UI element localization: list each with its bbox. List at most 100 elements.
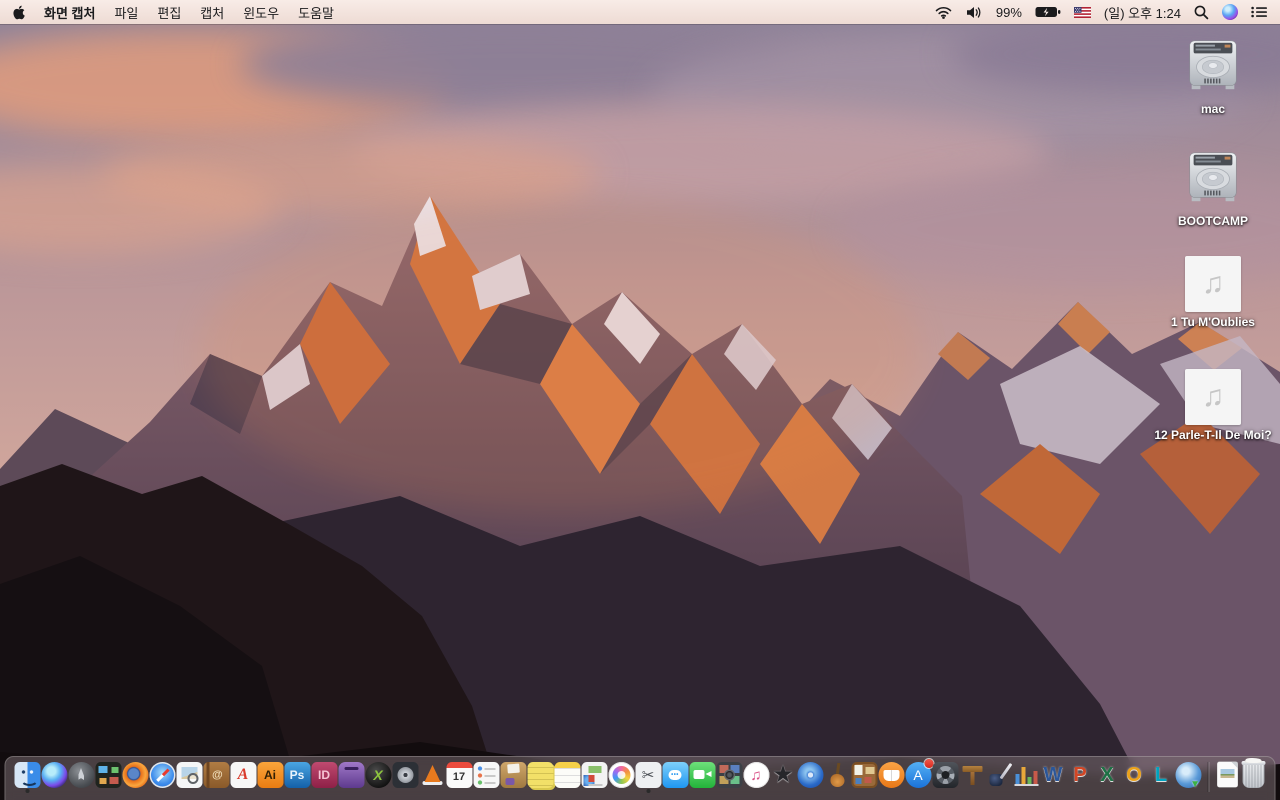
dock-photos[interactable] — [608, 762, 634, 788]
dock-excel[interactable]: X — [1094, 762, 1120, 788]
dock-outlook[interactable]: O — [1121, 762, 1147, 788]
mission-control-icon — [95, 762, 121, 788]
outlook-glyph: O — [1126, 764, 1142, 786]
dock-preview[interactable] — [176, 762, 202, 788]
menu-bar-clock[interactable]: (일) 오후 1:24 — [1104, 3, 1181, 22]
dock-drive-tool[interactable] — [392, 762, 418, 788]
dock-grab[interactable]: ✂ — [635, 762, 661, 793]
dock-imovie[interactable]: ★ — [770, 762, 796, 788]
active-app-menu[interactable]: 화면 캡처 — [44, 3, 95, 22]
contacts-icon — [203, 762, 229, 788]
toast-icon — [338, 762, 364, 788]
dock-photo-booth[interactable] — [716, 762, 742, 788]
excel-icon: X — [1094, 762, 1120, 788]
dock-mission-control[interactable] — [95, 762, 121, 788]
photos-icon — [608, 762, 634, 788]
music-note-icon: ♫ — [1201, 267, 1225, 300]
powerpoint-glyph: P — [1073, 764, 1087, 786]
siri-icon — [41, 762, 67, 788]
menu-item-4[interactable]: 도움말 — [298, 3, 334, 22]
input-source-flag-icon[interactable] — [1073, 6, 1091, 18]
dock-unarchiver[interactable] — [500, 762, 526, 788]
trash-icon — [1241, 757, 1265, 788]
dock-ibooks[interactable] — [878, 762, 904, 788]
dock-facetime[interactable] — [689, 762, 715, 788]
dock-aperture[interactable] — [932, 762, 958, 788]
notification-center-icon[interactable] — [1251, 6, 1268, 18]
hard-drive-icon — [1189, 152, 1237, 202]
dock-firefox[interactable] — [122, 762, 148, 788]
dock-stickies[interactable] — [527, 762, 553, 788]
wallpaper-image — [0, 24, 1280, 800]
dock-contacts[interactable] — [203, 762, 229, 788]
dock-trash[interactable] — [1240, 757, 1266, 788]
dock-photoshop[interactable]: Ps — [284, 762, 310, 788]
idvd-icon — [797, 762, 823, 788]
word-icon: W — [1040, 762, 1066, 788]
grab-running-indicator — [646, 789, 650, 793]
dock-downloader[interactable] — [1175, 762, 1201, 790]
dock-garageband[interactable] — [824, 762, 850, 788]
desktop-icon-label: 12 Parle-T-Il De Moi? — [1154, 428, 1272, 442]
dock-itunes[interactable]: ♫ — [743, 762, 769, 788]
dock-green-x[interactable]: X — [365, 762, 391, 788]
siri-icon[interactable] — [1222, 4, 1238, 20]
dock-lync[interactable]: L — [1148, 762, 1174, 788]
dock-notes[interactable] — [554, 762, 580, 788]
dock-indesign[interactable]: ID — [311, 762, 337, 788]
dock-calendar[interactable]: 17 — [446, 762, 472, 788]
corkboard-icon — [851, 762, 877, 788]
dock-reminders[interactable] — [473, 762, 499, 788]
desktop-icon-song-1[interactable]: ♫ 1 Tu M'Oublies — [1154, 256, 1272, 331]
word-glyph: W — [1043, 764, 1063, 786]
apple-menu[interactable] — [12, 5, 25, 20]
dock-document[interactable] — [1215, 762, 1239, 787]
desktop: mac BOOTCAMP ♫ 1 Tu M'Oublies ♫ 12 Parle-T-I… — [0, 24, 1280, 800]
dock-acrobat[interactable]: A — [230, 762, 256, 788]
calendar-glyph: 17 — [452, 771, 466, 783]
dock-keynote[interactable] — [959, 762, 985, 788]
firefox-icon — [122, 762, 148, 788]
app-menus: 파일 편집 캡처 윈도우 도움말 — [114, 3, 334, 22]
dock-messages[interactable]: ••• — [662, 762, 688, 788]
volume-icon[interactable] — [965, 6, 983, 19]
dock-corkboard[interactable] — [851, 762, 877, 788]
menu-item-0[interactable]: 파일 — [114, 3, 138, 22]
desktop-icon-mac[interactable]: mac — [1154, 36, 1272, 118]
numbers-icon — [1013, 762, 1039, 788]
desktop-icon-song-2[interactable]: ♫ 12 Parle-T-Il De Moi? — [1154, 369, 1272, 444]
ibooks-icon — [878, 762, 904, 788]
desktop-icon-bootcamp[interactable]: BOOTCAMP — [1154, 148, 1272, 230]
dock-pages[interactable] — [986, 762, 1012, 788]
dock-safari[interactable] — [149, 762, 175, 788]
dock-iweb[interactable] — [581, 762, 607, 788]
acrobat-glyph: A — [237, 766, 249, 783]
menu-item-2[interactable]: 캡처 — [200, 3, 224, 22]
indesign-icon: ID — [311, 762, 337, 788]
dock-word[interactable]: W — [1040, 762, 1066, 788]
menu-item-3[interactable]: 윈도우 — [243, 3, 279, 22]
garageband-icon — [824, 762, 850, 788]
photo-booth-icon — [716, 762, 742, 788]
dock-numbers[interactable] — [1013, 762, 1039, 788]
battery-percent: 99% — [995, 4, 1022, 20]
wifi-icon[interactable] — [935, 6, 952, 19]
menu-item-1[interactable]: 편집 — [157, 3, 181, 22]
dock-toast[interactable] — [338, 762, 364, 788]
dock-powerpoint[interactable]: P — [1067, 762, 1093, 788]
dock-finder[interactable] — [14, 762, 40, 793]
spotlight-search-icon[interactable] — [1194, 5, 1209, 20]
stickies-icon — [527, 762, 553, 788]
acrobat-icon: A — [230, 762, 256, 788]
dock-idvd[interactable] — [797, 762, 823, 788]
facetime-icon — [689, 762, 715, 788]
dock-illustrator[interactable]: Ai — [257, 762, 283, 788]
excel-glyph: X — [1100, 764, 1114, 786]
dock-siri[interactable] — [41, 762, 67, 788]
dock-launchpad[interactable] — [68, 762, 94, 788]
music-note-icon: ♫ — [1201, 380, 1225, 413]
dock-vlc[interactable] — [419, 762, 445, 788]
battery-charging-icon[interactable] — [1035, 6, 1061, 18]
grab-glyph: ✂ — [641, 766, 655, 784]
dock-app-store[interactable]: A — [905, 759, 933, 788]
